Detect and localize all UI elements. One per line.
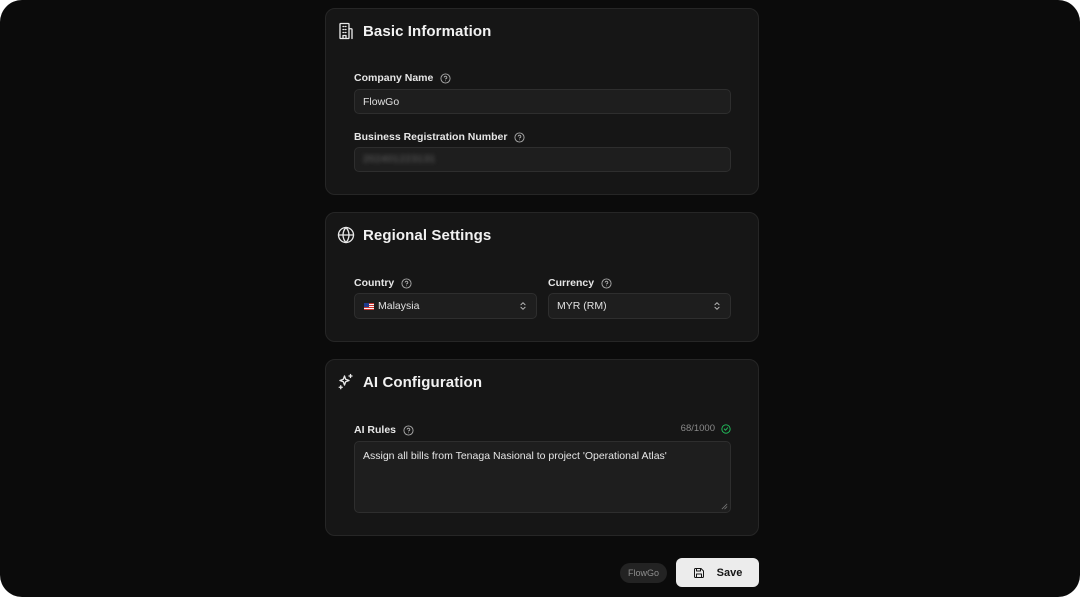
save-button-label: Save	[716, 566, 743, 579]
country-select[interactable]: Malaysia	[354, 293, 537, 319]
country-label-text: Country	[354, 277, 395, 289]
brn-value: 202401223131	[363, 154, 436, 165]
card-title: AI Configuration	[363, 373, 483, 391]
currency-select[interactable]: MYR (RM)	[548, 293, 731, 319]
save-icon	[693, 567, 704, 578]
help-circle-icon[interactable]	[401, 277, 412, 289]
company-name-label: Company Name	[354, 72, 451, 84]
currency-label: Currency	[548, 277, 612, 289]
country-selected: Malaysia	[363, 300, 419, 312]
help-circle-icon[interactable]	[514, 131, 525, 143]
card-title: Basic Information	[363, 22, 492, 40]
malaysia-flag-icon	[364, 302, 374, 310]
basic-information-header: Basic Information	[337, 21, 491, 41]
regional-settings-card: Regional Settings Country Malaysia Curre…	[325, 212, 759, 342]
company-name-value: FlowGo	[363, 95, 400, 108]
brn-input[interactable]: 202401223131	[354, 147, 731, 172]
check-circle-icon	[721, 423, 731, 434]
building-icon	[339, 22, 353, 40]
ai-configuration-card: AI Configuration AI Rules 68/1000 Assign…	[325, 359, 759, 536]
sparkles-icon	[338, 373, 353, 390]
character-counter: 68/1000	[681, 423, 731, 434]
brn-label: Business Registration Number	[354, 131, 525, 143]
globe-icon	[337, 226, 355, 244]
chevrons-up-down-icon	[714, 302, 720, 310]
ai-rules-label: AI Rules	[354, 424, 414, 436]
help-circle-icon[interactable]	[601, 277, 612, 289]
help-circle-icon[interactable]	[403, 424, 414, 436]
help-circle-icon[interactable]	[440, 72, 451, 84]
save-button[interactable]: Save	[676, 558, 759, 587]
country-label: Country	[354, 277, 412, 289]
basic-information-card: Basic Information Company Name FlowGo Bu…	[325, 8, 759, 195]
ai-configuration-header: AI Configuration	[337, 372, 482, 392]
ai-rules-label-text: AI Rules	[354, 424, 397, 436]
company-name-input[interactable]: FlowGo	[354, 89, 731, 114]
character-count: 68/1000	[680, 423, 715, 434]
resize-handle-icon[interactable]	[721, 503, 728, 510]
company-name-label-text: Company Name	[354, 72, 434, 84]
chevrons-up-down-icon	[520, 302, 526, 310]
company-chip: FlowGo	[620, 563, 667, 583]
card-title: Regional Settings	[363, 226, 492, 244]
country-value: Malaysia	[378, 300, 420, 312]
currency-value: MYR (RM)	[557, 300, 607, 312]
ai-rules-textarea[interactable]: Assign all bills from Tenaga Nasional to…	[354, 441, 731, 513]
brn-label-text: Business Registration Number	[354, 131, 508, 143]
settings-screen: Basic Information Company Name FlowGo Bu…	[0, 0, 1080, 597]
regional-settings-header: Regional Settings	[337, 225, 491, 245]
ai-rules-value: Assign all bills from Tenaga Nasional to…	[363, 450, 667, 462]
currency-label-text: Currency	[548, 277, 595, 289]
